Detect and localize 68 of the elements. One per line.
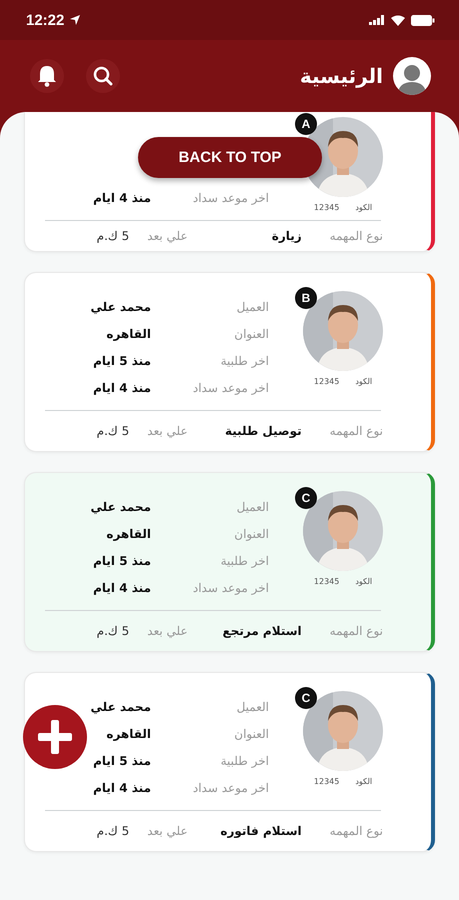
class-badge: B (295, 287, 317, 309)
status-time: 12:22 (26, 12, 64, 28)
field-label: اخر موعد سداد (192, 780, 269, 798)
field-label: اخر طلبية (220, 753, 269, 770)
field-label: العميل (236, 499, 269, 516)
field-label: العنوان (233, 726, 269, 744)
distance-value: 5 ك.م (96, 624, 130, 638)
field-label: العنوان (233, 526, 269, 544)
task-type-label: نوع المهمه (330, 823, 383, 840)
task-type-value: استلام مرتجع (222, 624, 302, 638)
field-value: منذ 4 ايام (93, 190, 151, 207)
task-type-value: زيارة (270, 228, 302, 243)
task-type-label: نوع المهمه (330, 623, 383, 640)
code-value: 12345 (314, 377, 340, 386)
class-badge: C (295, 487, 317, 509)
profile-avatar[interactable] (393, 57, 431, 95)
bell-icon (37, 65, 57, 87)
code-label: الكود (355, 203, 372, 212)
distance-label: علي بعد (147, 624, 188, 638)
field-value: منذ 5 ايام (92, 753, 151, 770)
field-value: القاهره (105, 726, 151, 744)
battery-icon (411, 14, 435, 26)
code-value: 12345 (314, 777, 340, 786)
field-value: منذ 4 ايام (92, 380, 151, 398)
back-to-top-button[interactable]: BACK TO TOP (138, 137, 322, 178)
distance-label: علي بعد (147, 424, 188, 438)
field-label: العميل (236, 299, 269, 316)
field-label: العميل (236, 699, 269, 716)
distance-value: 5 ك.م (96, 824, 130, 838)
search-icon (93, 66, 113, 86)
code-value: 12345 (314, 577, 340, 586)
field-value: محمد علي (90, 699, 151, 716)
field-label: اخر طلبية (220, 553, 269, 570)
field-value: منذ 4 ايام (92, 580, 151, 598)
field-value: منذ 5 ايام (92, 353, 151, 370)
plus-icon (38, 720, 72, 754)
user-silhouette-icon (397, 63, 427, 95)
distance-label: علي بعد (147, 824, 188, 838)
field-label: اخر موعد سداد (192, 190, 269, 207)
signal-icon (369, 15, 385, 25)
distance-value: 5 ك.م (96, 424, 130, 438)
field-label: اخر موعد سداد (192, 580, 269, 598)
task-type-label: نوع المهمه (330, 423, 383, 440)
field-value: منذ 4 ايام (92, 780, 151, 798)
class-badge: A (295, 113, 317, 135)
distance-label: علي بعد (147, 228, 188, 243)
field-value: منذ 5 ايام (92, 553, 151, 570)
code-label: الكود (355, 777, 372, 786)
code-value: 12345 (314, 203, 340, 212)
class-badge: C (295, 687, 317, 709)
task-type-value: استلام فاتوره (219, 824, 302, 838)
code-label: الكود (355, 577, 372, 586)
field-value: محمد علي (90, 499, 151, 516)
field-label: اخر موعد سداد (192, 380, 269, 398)
task-type-label: نوع المهمه (330, 228, 383, 245)
notifications-button[interactable] (30, 59, 64, 93)
field-label: اخر طلبية (220, 353, 269, 370)
page-title: الرئيسية (300, 64, 383, 88)
code-label: الكود (355, 377, 372, 386)
field-value: محمد علي (90, 299, 151, 316)
wifi-icon (391, 14, 405, 26)
search-button[interactable] (86, 59, 120, 93)
distance-value: 5 ك.م (96, 228, 130, 243)
task-type-value: توصيل طلبية (224, 424, 302, 438)
field-value: القاهره (105, 326, 151, 344)
field-value: القاهره (105, 526, 151, 544)
field-label: العنوان (233, 326, 269, 344)
location-arrow-icon (70, 15, 80, 25)
